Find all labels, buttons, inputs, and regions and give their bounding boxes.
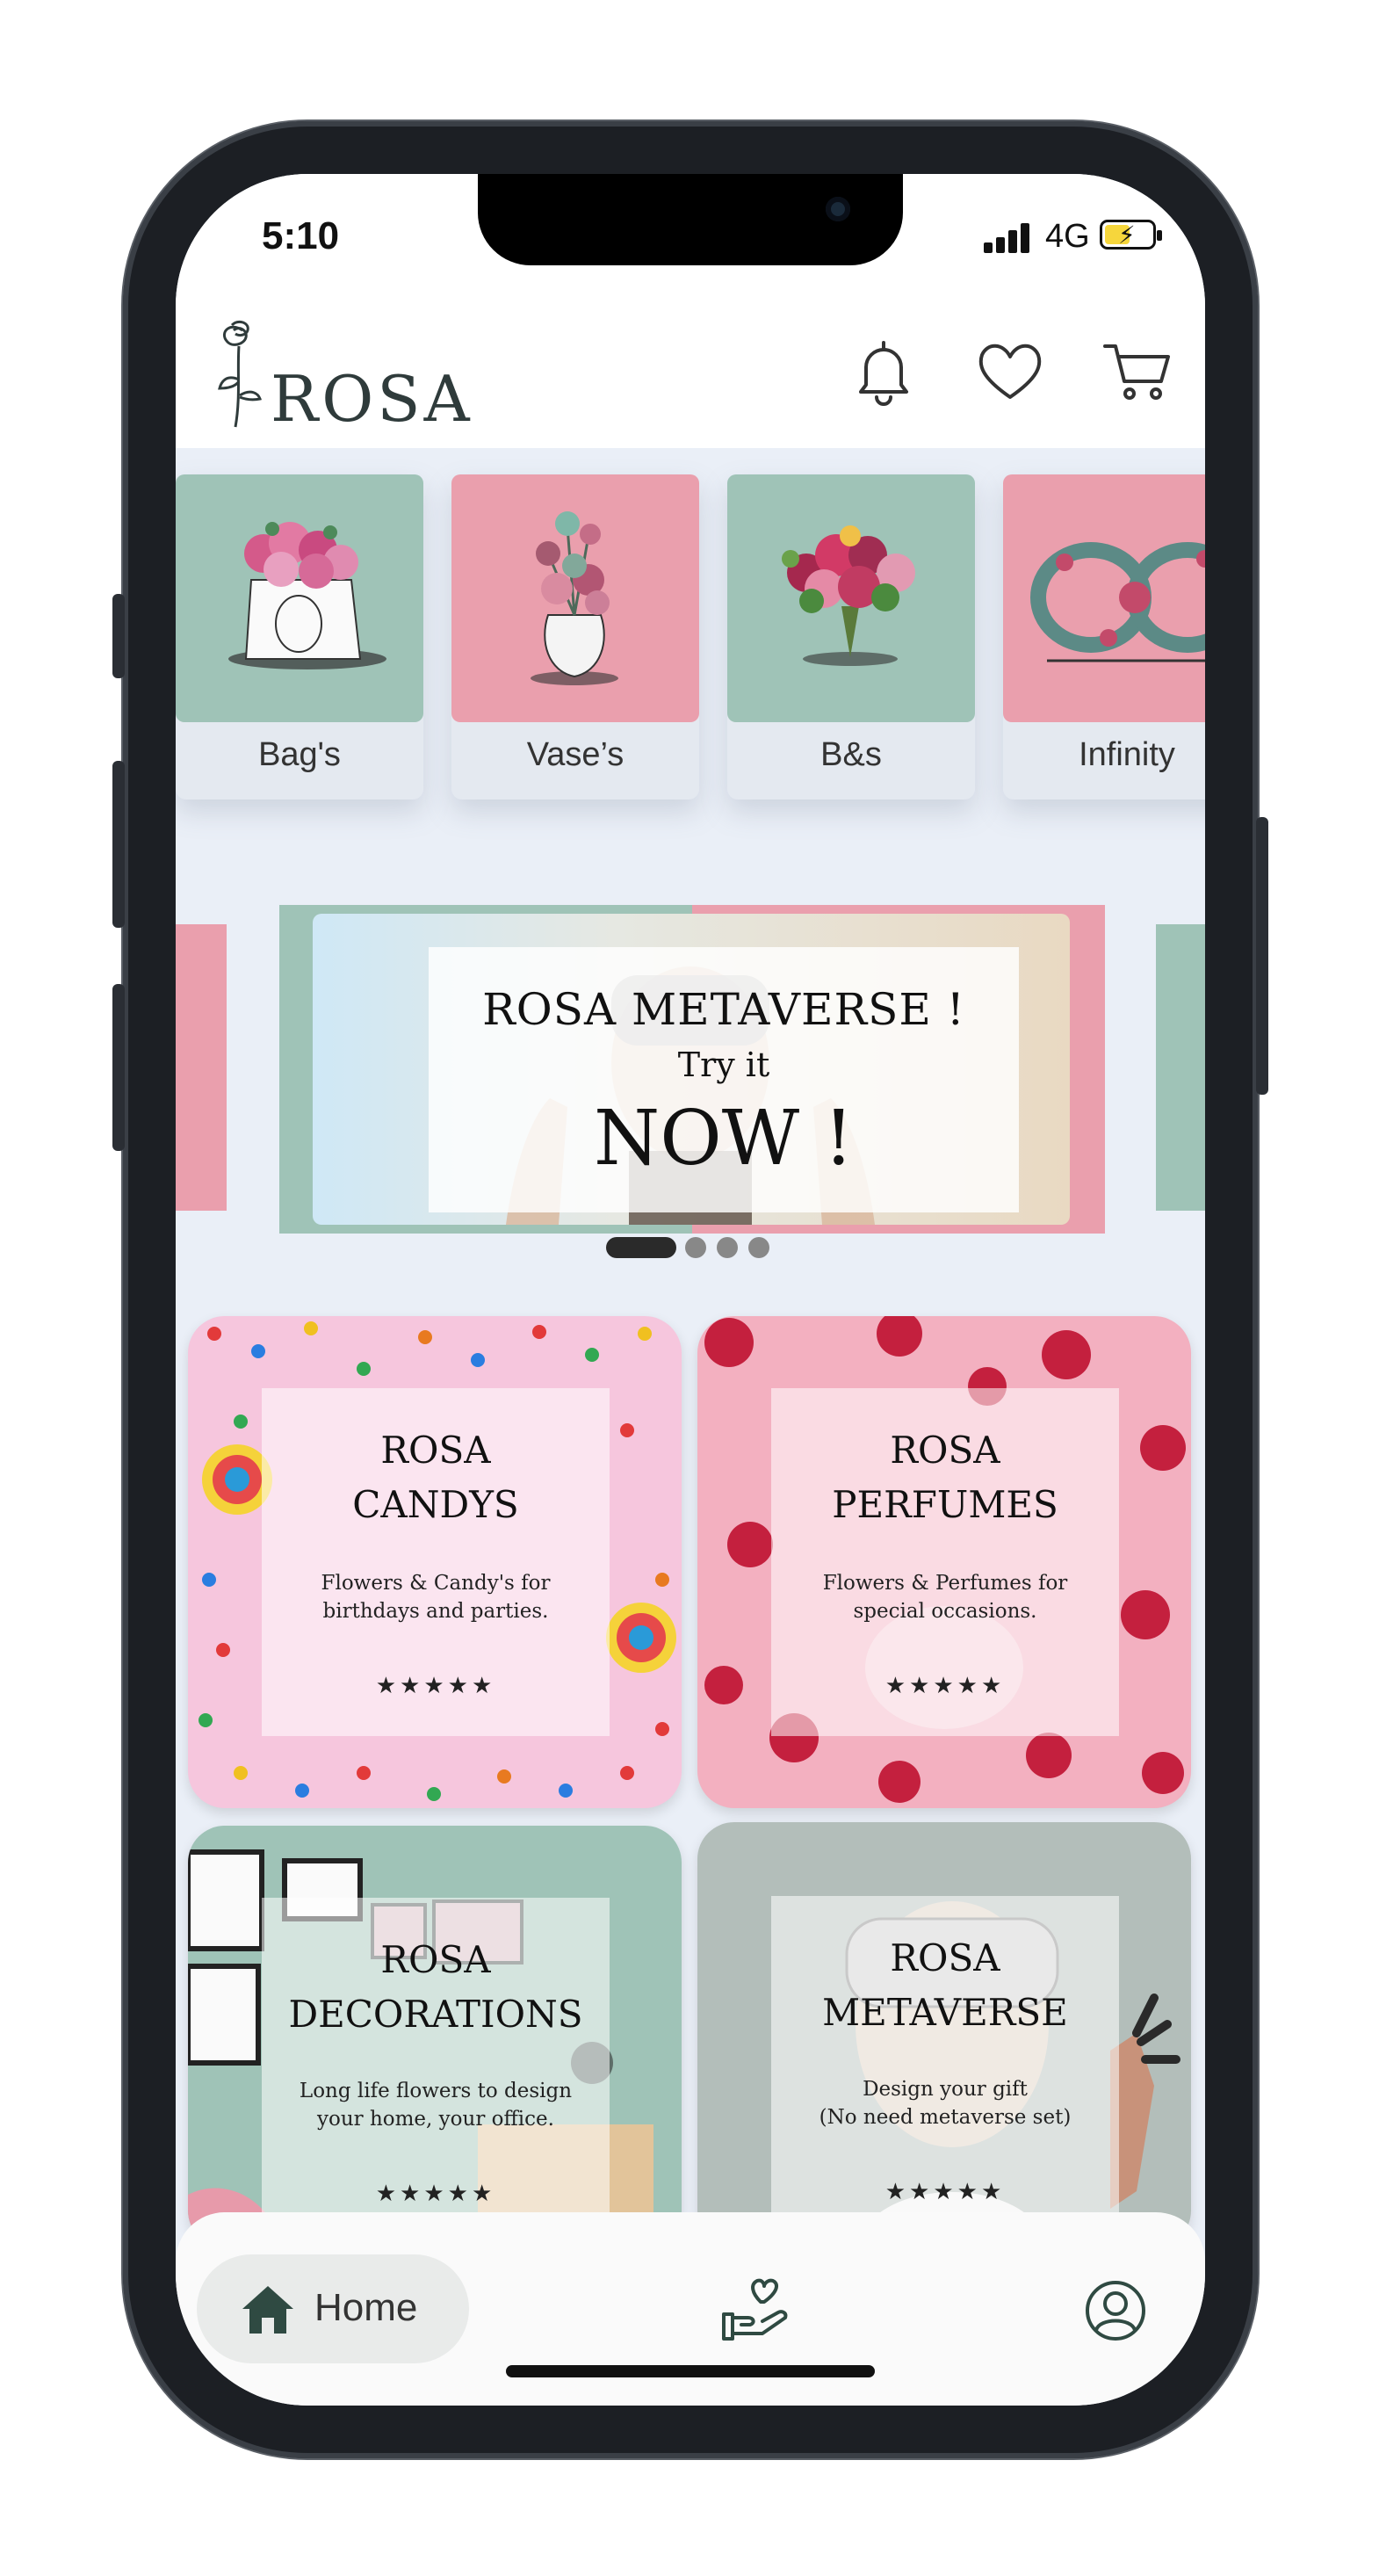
banner-next-slide[interactable]	[1156, 924, 1205, 1211]
category-infinity[interactable]: Infinity	[1003, 474, 1205, 800]
product-tile-candys[interactable]: ROSA CANDYS Flowers & Candy's for birthd…	[188, 1316, 682, 1808]
cart-icon[interactable]	[1101, 334, 1175, 408]
banner-cta: NOW !	[593, 1095, 855, 1183]
category-label: B&s	[820, 736, 882, 773]
nav-home-button[interactable]: Home	[197, 2254, 469, 2363]
product-text-card: ROSA CANDYS Flowers & Candy's for birthd…	[262, 1388, 610, 1736]
banner-prev-slide[interactable]	[176, 924, 227, 1211]
category-label: Vase’s	[526, 736, 625, 773]
rating-stars-icon: ★★★★★	[375, 1673, 496, 1699]
product-title-line1: ROSA	[380, 1938, 491, 1981]
product-desc-line1: Flowers & Perfumes for	[822, 1572, 1068, 1595]
product-tile-metaverse[interactable]: ROSA METAVERSE Design your gift (No need…	[697, 1822, 1191, 2247]
logo-text: ROSA	[271, 362, 473, 436]
product-tile-perfumes[interactable]: ROSA PERFUMES Flowers & Perfumes for spe…	[697, 1316, 1191, 1808]
signal-icon	[984, 223, 1036, 253]
product-title-line2: CANDYS	[352, 1483, 519, 1526]
category-vases-image	[451, 474, 699, 722]
carousel-dot[interactable]	[748, 1237, 769, 1258]
product-text-card: ROSA METAVERSE Design your gift (No need…	[771, 1896, 1119, 2247]
bell-icon[interactable]	[847, 334, 921, 408]
banner-image: ROSA METAVERSE ! Try it NOW !	[313, 914, 1070, 1225]
status-time: 5:10	[262, 214, 340, 257]
network-type: 4G	[1045, 218, 1090, 255]
banner-text-card: ROSA METAVERSE ! Try it NOW !	[429, 947, 1019, 1212]
category-vases[interactable]: Vase’s	[451, 474, 699, 800]
category-label: Bag's	[258, 736, 341, 773]
product-title-line2: PERFUMES	[832, 1483, 1058, 1526]
product-desc-line1: Design your gift	[863, 2078, 1028, 2101]
profile-icon[interactable]	[1080, 2276, 1151, 2346]
gift-hand-icon[interactable]	[720, 2276, 791, 2346]
app-header: ROSA	[176, 288, 1205, 448]
carousel-dot[interactable]	[685, 1237, 706, 1258]
carousel-dot-active[interactable]	[606, 1237, 676, 1258]
volume-down-button	[112, 984, 125, 1151]
product-desc-line2: your home, your office.	[317, 2108, 554, 2131]
home-icon	[242, 2286, 293, 2334]
camera-icon	[826, 197, 850, 221]
power-button	[1256, 817, 1268, 1095]
category-bouquets[interactable]: B&s	[727, 474, 975, 800]
product-title-line1: ROSA	[380, 1429, 491, 1472]
product-title-line1: ROSA	[890, 1429, 1000, 1472]
category-bouquets-image	[727, 474, 975, 722]
product-desc-line2: birthdays and parties.	[322, 1600, 549, 1623]
category-bags[interactable]: Bag's	[176, 474, 423, 800]
product-desc-line1: Long life flowers to design	[299, 2080, 573, 2102]
category-bags-image	[176, 474, 423, 722]
product-text-card: ROSA PERFUMES Flowers & Perfumes for spe…	[771, 1388, 1119, 1736]
product-desc-line2: (No need metaverse set)	[819, 2106, 1072, 2129]
notch	[478, 174, 903, 265]
product-text-card: ROSA DECORATIONS Long life flowers to de…	[262, 1898, 610, 2247]
product-tile-decorations[interactable]: ROSA DECORATIONS Long life flowers to de…	[188, 1826, 682, 2247]
carousel-dot[interactable]	[717, 1237, 738, 1258]
volume-up-button	[112, 761, 125, 928]
heart-icon[interactable]	[973, 334, 1047, 408]
nav-home-label: Home	[314, 2286, 418, 2329]
metaverse-banner[interactable]: ROSA METAVERSE ! Try it NOW !	[279, 905, 1105, 1234]
rating-stars-icon: ★★★★★	[375, 2181, 496, 2207]
rating-stars-icon: ★★★★★	[884, 2179, 1006, 2205]
silent-switch	[112, 594, 125, 678]
product-desc-line1: Flowers & Candy's for	[321, 1572, 551, 1595]
product-title-line2: METAVERSE	[822, 1991, 1068, 2034]
banner-title: ROSA METAVERSE !	[482, 984, 965, 1035]
banner-subtitle: Try it	[677, 1046, 770, 1084]
category-label: Infinity	[1079, 736, 1175, 773]
home-indicator[interactable]	[506, 2365, 875, 2377]
rating-stars-icon: ★★★★★	[884, 1673, 1006, 1699]
category-carousel[interactable]: Bag's Vase’s B&s Infinity	[176, 448, 1205, 852]
category-infinity-image	[1003, 474, 1205, 722]
product-title-line2: DECORATIONS	[288, 1993, 583, 2036]
product-desc-line2: special occasions.	[853, 1600, 1037, 1623]
battery-icon: ⚡	[1100, 220, 1162, 250]
product-title-line1: ROSA	[890, 1936, 1000, 1979]
rose-logo-icon[interactable]: ROSA	[216, 318, 471, 436]
screen: 5:10 4G ⚡ ROSA Bag's Vase’s B&s Infinity…	[176, 174, 1205, 2406]
